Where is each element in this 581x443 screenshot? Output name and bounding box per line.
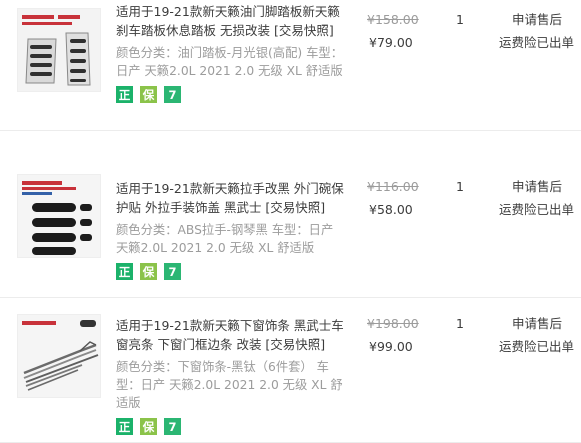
- quantity: 1: [456, 316, 464, 331]
- actual-price: ¥58.00: [369, 202, 413, 217]
- insurance-badge-icon[interactable]: 保: [140, 263, 157, 280]
- price-cell: ¥158.00 ¥79.00: [361, 11, 431, 52]
- order-row: 适用于19-21款新天籁油门脚踏板新天籁刹车踏板休息踏板 无损改装 [交易快照]…: [0, 0, 581, 131]
- product-sku: 颜色分类：油门踏板-月光银(高配) 车型：日产 天籁2.0L 2021 2.0 …: [116, 46, 343, 78]
- actual-price: ¥99.00: [369, 339, 413, 354]
- original-price: ¥158.00: [367, 12, 419, 27]
- actions-cell: 申请售后 运费险已出单: [499, 11, 579, 52]
- price-cell: ¥116.00 ¥58.00: [361, 178, 431, 219]
- quantity: 1: [456, 12, 464, 27]
- product-thumbnail-window-trim[interactable]: [17, 314, 101, 398]
- product-info: 适用于19-21款新天籁下窗饰条 黑武士车窗亮条 下窗门框边条 改装 [交易快照…: [116, 316, 346, 435]
- apply-after-sales-link[interactable]: 申请售后: [512, 315, 579, 333]
- product-thumbnail-pedals[interactable]: [17, 8, 101, 92]
- authentic-badge-icon[interactable]: 正: [116, 263, 133, 280]
- product-sku: 颜色分类：下窗饰条-黑钛（6件套） 车型：日产 天籁2.0L 2021 2.0 …: [116, 360, 343, 410]
- insurance-badge-icon[interactable]: 保: [140, 86, 157, 103]
- product-sku: 颜色分类：ABS拉手-钢琴黑 车型：日产 天籁2.0L 2021 2.0 无级 …: [116, 223, 334, 255]
- service-badges: 正 保 7: [116, 418, 346, 435]
- product-title-link[interactable]: 适用于19-21款新天籁油门脚踏板新天籁刹车踏板休息踏板 无损改装 [交易快照]: [116, 2, 346, 40]
- original-price: ¥198.00: [367, 316, 419, 331]
- price-cell: ¥198.00 ¥99.00: [361, 315, 431, 356]
- actions-cell: 申请售后 运费险已出单: [499, 178, 579, 219]
- seven-day-return-badge-icon[interactable]: 7: [164, 418, 181, 435]
- insurance-badge-icon[interactable]: 保: [140, 418, 157, 435]
- authentic-badge-icon[interactable]: 正: [116, 418, 133, 435]
- apply-after-sales-link[interactable]: 申请售后: [512, 11, 579, 29]
- product-info: 适用于19-21款新天籁油门脚踏板新天籁刹车踏板休息踏板 无损改装 [交易快照]…: [116, 2, 346, 103]
- service-badges: 正 保 7: [116, 263, 346, 280]
- service-badges: 正 保 7: [116, 86, 346, 103]
- authentic-badge-icon[interactable]: 正: [116, 86, 133, 103]
- product-thumbnail-handles[interactable]: [17, 174, 101, 258]
- product-info: 适用于19-21款新天籁拉手改黑 外门碗保护贴 外拉手装饰盖 黑武士 [交易快照…: [116, 179, 346, 280]
- actions-cell: 申请售后 运费险已出单: [499, 315, 579, 356]
- shipping-insurance-link[interactable]: 运费险已出单: [499, 201, 579, 219]
- apply-after-sales-link[interactable]: 申请售后: [512, 178, 579, 196]
- order-row: 适用于19-21款新天籁拉手改黑 外门碗保护贴 外拉手装饰盖 黑武士 [交易快照…: [0, 161, 581, 298]
- actual-price: ¥79.00: [369, 35, 413, 50]
- shipping-insurance-link[interactable]: 运费险已出单: [499, 34, 579, 52]
- product-title-link[interactable]: 适用于19-21款新天籁下窗饰条 黑武士车窗亮条 下窗门框边条 改装 [交易快照…: [116, 316, 346, 354]
- seven-day-return-badge-icon[interactable]: 7: [164, 263, 181, 280]
- order-row: 适用于19-21款新天籁下窗饰条 黑武士车窗亮条 下窗门框边条 改装 [交易快照…: [0, 298, 581, 443]
- seven-day-return-badge-icon[interactable]: 7: [164, 86, 181, 103]
- quantity: 1: [456, 179, 464, 194]
- shipping-insurance-link[interactable]: 运费险已出单: [499, 338, 579, 356]
- product-title-link[interactable]: 适用于19-21款新天籁拉手改黑 外门碗保护贴 外拉手装饰盖 黑武士 [交易快照…: [116, 179, 346, 217]
- original-price: ¥116.00: [367, 179, 419, 194]
